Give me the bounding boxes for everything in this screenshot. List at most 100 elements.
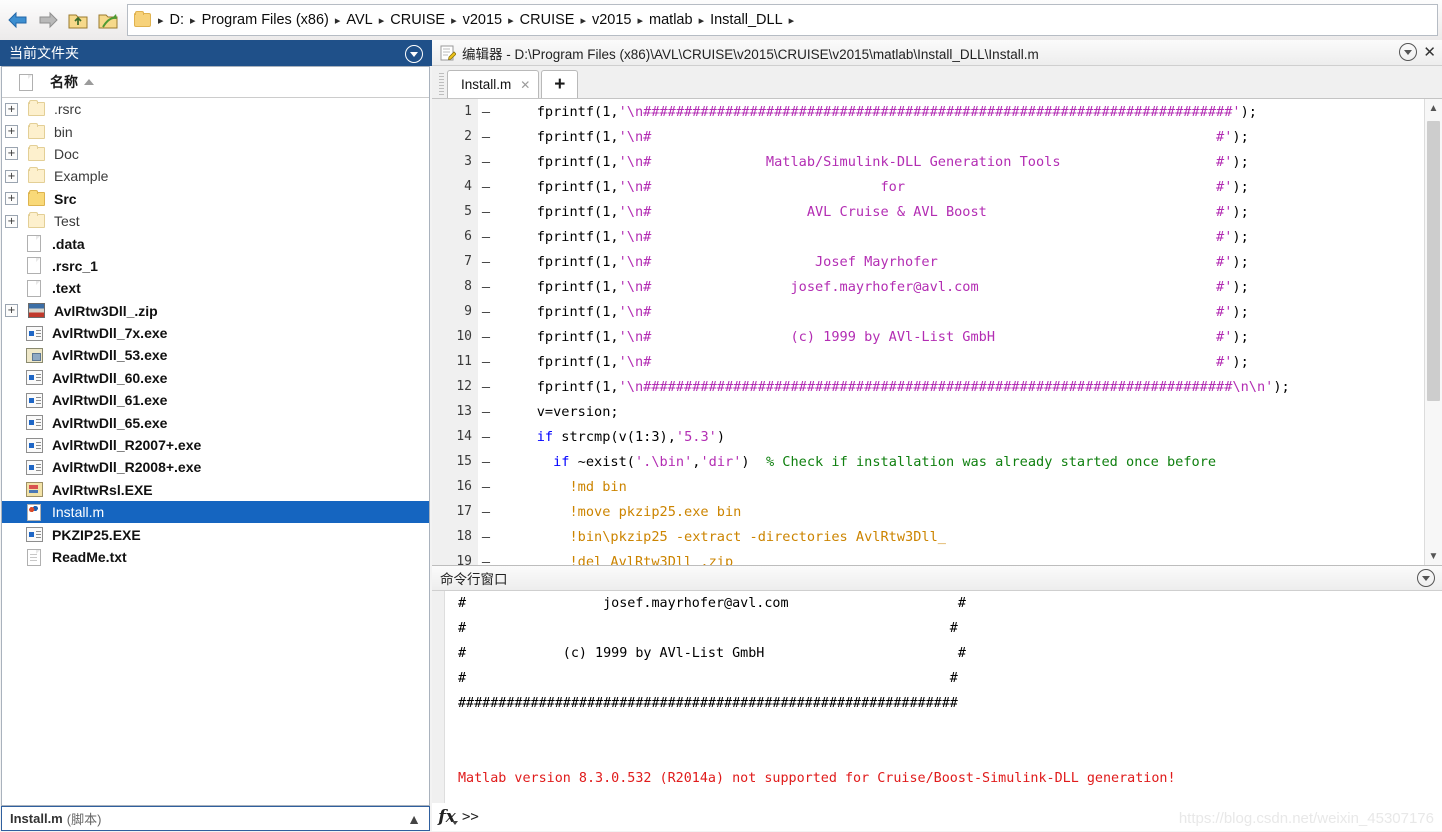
code-line[interactable]: 10– fprintf(1,'\n# (c) 1999 by AVl-List …	[432, 324, 1442, 349]
file-list-item[interactable]: ReadMe.txt	[2, 546, 429, 568]
executable-line-marker[interactable]: –	[472, 129, 500, 145]
code-line[interactable]: 11– fprintf(1,'\n# #');	[432, 349, 1442, 374]
code-line[interactable]: 17– !move pkzip25.exe bin	[432, 499, 1442, 524]
scroll-down-icon[interactable]: ▼	[1425, 547, 1442, 565]
code-line[interactable]: 3– fprintf(1,'\n# Matlab/Simulink-DLL Ge…	[432, 149, 1442, 174]
file-list-item[interactable]: AvlRtwDll_R2008+.exe	[2, 456, 429, 478]
expand-toggle-icon[interactable]: +	[5, 147, 18, 161]
breadcrumb-item-3[interactable]: CRUISE	[387, 12, 448, 28]
breadcrumb-item-7[interactable]: matlab	[646, 12, 696, 28]
command-window[interactable]: # josef.mayrhofer@avl.com # # # # (c) 1999…	[432, 591, 1442, 831]
code-line[interactable]: 14– if strcmp(v(1:3),'5.3')	[432, 424, 1442, 449]
breadcrumb-separator[interactable]: ▸	[448, 14, 460, 27]
code-line[interactable]: 12– fprintf(1,'\n#######################…	[432, 374, 1442, 399]
file-list[interactable]: + .rsrc + bin + Doc + Example + Src + Test .data .rsr…	[2, 98, 429, 568]
file-list-item[interactable]: AvlRtwRsl.EXE	[2, 479, 429, 501]
file-list-item[interactable]: Install.m	[2, 501, 429, 524]
file-list-item[interactable]: + bin	[2, 120, 429, 142]
code-line[interactable]: 4– fprintf(1,'\n# for #');	[432, 174, 1442, 199]
file-details-status[interactable]: Install.m (脚本) ▲	[1, 806, 430, 831]
expand-toggle-icon[interactable]: +	[5, 102, 18, 116]
browse-folder-icon[interactable]	[96, 8, 120, 32]
breadcrumb-separator[interactable]: ▸	[577, 14, 589, 27]
executable-line-marker[interactable]: –	[472, 404, 500, 420]
code-line[interactable]: 2– fprintf(1,'\n# #');	[432, 124, 1442, 149]
expand-toggle-icon[interactable]: +	[5, 125, 18, 139]
expand-toggle-icon[interactable]: +	[5, 304, 18, 318]
code-line[interactable]: 16– !md bin	[432, 474, 1442, 499]
command-window-options-dropdown-icon[interactable]	[1417, 569, 1435, 587]
executable-line-marker[interactable]: –	[472, 329, 500, 345]
file-list-item[interactable]: .data	[2, 232, 429, 254]
executable-line-marker[interactable]: –	[472, 304, 500, 320]
file-list-item[interactable]: AvlRtwDll_53.exe	[2, 344, 429, 366]
code-line[interactable]: 5– fprintf(1,'\n# AVL Cruise & AVL Boost…	[432, 199, 1442, 224]
editor-close-icon[interactable]: ✕	[1423, 45, 1436, 60]
back-arrow-icon[interactable]	[6, 8, 30, 32]
scroll-up-icon[interactable]: ▲	[1425, 99, 1442, 117]
breadcrumb-item-1[interactable]: Program Files (x86)	[199, 12, 332, 28]
up-folder-icon[interactable]	[66, 8, 90, 32]
executable-line-marker[interactable]: –	[472, 379, 500, 395]
executable-line-marker[interactable]: –	[472, 204, 500, 220]
executable-line-marker[interactable]: –	[472, 554, 500, 566]
file-list-item[interactable]: + Doc	[2, 143, 429, 165]
code-lines[interactable]: 1– fprintf(1,'\n########################…	[432, 99, 1442, 566]
sort-ascending-icon[interactable]	[84, 79, 94, 85]
executable-line-marker[interactable]: –	[472, 529, 500, 545]
command-prompt[interactable]: >>	[462, 809, 479, 825]
forward-arrow-icon[interactable]	[36, 8, 60, 32]
editor-vertical-scrollbar[interactable]: ▲ ▼	[1424, 99, 1442, 565]
code-editor[interactable]: 1– fprintf(1,'\n########################…	[432, 99, 1442, 566]
tabbar-drag-handle[interactable]	[439, 73, 444, 95]
breadcrumb-separator[interactable]: ▸	[635, 14, 647, 27]
code-line[interactable]: 18– !bin\pkzip25 -extract -directories A…	[432, 524, 1442, 549]
executable-line-marker[interactable]: –	[472, 279, 500, 295]
breadcrumb-separator-end[interactable]: ▸	[786, 14, 798, 27]
file-list-item[interactable]: .text	[2, 277, 429, 299]
breadcrumb-separator[interactable]: ▸	[332, 14, 344, 27]
executable-line-marker[interactable]: –	[472, 504, 500, 520]
file-list-item[interactable]: + Src	[2, 188, 429, 210]
breadcrumb-item-5[interactable]: CRUISE	[517, 12, 578, 28]
executable-line-marker[interactable]: –	[472, 429, 500, 445]
breadcrumb-separator[interactable]: ▸	[187, 14, 199, 27]
breadcrumb-item-4[interactable]: v2015	[460, 12, 506, 28]
executable-line-marker[interactable]: –	[472, 454, 500, 470]
file-list-item[interactable]: AvlRtwDll_R2007+.exe	[2, 434, 429, 456]
expand-toggle-icon[interactable]: +	[5, 214, 18, 228]
executable-line-marker[interactable]: –	[472, 229, 500, 245]
tab-close-icon[interactable]: ✕	[520, 78, 530, 92]
breadcrumb-item-0[interactable]: D:	[167, 12, 188, 28]
breadcrumb-separator[interactable]: ▸	[155, 14, 167, 27]
file-list-item[interactable]: AvlRtwDll_7x.exe	[2, 322, 429, 344]
code-line[interactable]: 15– if ~exist('.\bin','dir') % Check if …	[432, 449, 1442, 474]
code-line[interactable]: 8– fprintf(1,'\n# josef.mayrhofer@avl.co…	[432, 274, 1442, 299]
code-line[interactable]: 1– fprintf(1,'\n########################…	[432, 99, 1442, 124]
code-line[interactable]: 19– !del AvlRtw3Dll_.zip	[432, 549, 1442, 566]
tab-install-m[interactable]: Install.m ✕	[447, 70, 540, 98]
column-header-name[interactable]: 名称	[50, 72, 78, 92]
breadcrumb-separator[interactable]: ▸	[505, 14, 517, 27]
file-list-item[interactable]: + .rsrc	[2, 98, 429, 120]
file-list-item[interactable]: + Example	[2, 165, 429, 187]
command-prompt-row[interactable]: fx >>	[432, 803, 1442, 831]
executable-line-marker[interactable]: –	[472, 354, 500, 370]
code-line[interactable]: 7– fprintf(1,'\n# Josef Mayrhofer #');	[432, 249, 1442, 274]
expand-toggle-icon[interactable]: +	[5, 192, 18, 206]
fx-function-browser-icon[interactable]: fx	[432, 807, 462, 827]
executable-line-marker[interactable]: –	[472, 479, 500, 495]
scrollbar-thumb[interactable]	[1427, 121, 1440, 401]
file-list-item[interactable]: + Test	[2, 210, 429, 232]
file-list-item[interactable]: AvlRtwDll_65.exe	[2, 411, 429, 433]
file-list-item[interactable]: .rsrc_1	[2, 255, 429, 277]
breadcrumb-item-6[interactable]: v2015	[589, 12, 635, 28]
executable-line-marker[interactable]: –	[472, 154, 500, 170]
editor-options-dropdown-icon[interactable]	[1399, 43, 1418, 61]
code-line[interactable]: 6– fprintf(1,'\n# #');	[432, 224, 1442, 249]
panel-options-dropdown-icon[interactable]	[405, 45, 423, 63]
executable-line-marker[interactable]: –	[472, 104, 500, 120]
expand-details-chevron-icon[interactable]: ▲	[407, 811, 421, 827]
breadcrumb-separator[interactable]: ▸	[696, 14, 708, 27]
executable-line-marker[interactable]: –	[472, 179, 500, 195]
